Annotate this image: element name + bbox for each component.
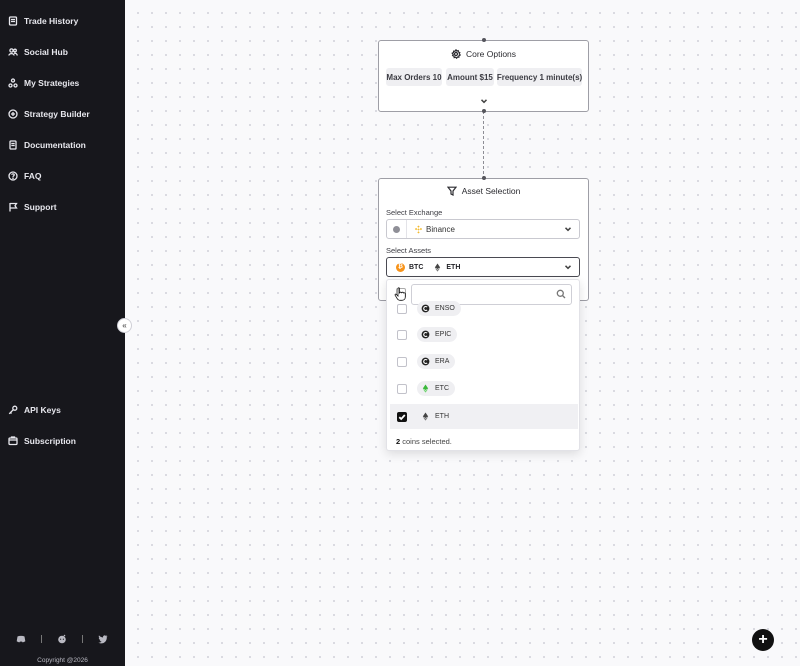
checkbox[interactable] (397, 383, 407, 394)
exchange-value: Binance (426, 224, 455, 234)
gear-icon (451, 49, 461, 59)
sidebar-item-strategy-builder[interactable]: Strategy Builder (8, 105, 90, 123)
checkbox[interactable] (397, 329, 407, 340)
divider (82, 635, 83, 643)
card-icon (8, 436, 18, 446)
add-node-button[interactable]: + (752, 629, 774, 651)
etc-icon (422, 384, 429, 393)
node-connector (483, 111, 484, 179)
selected-asset-btc: ₿ BTC (396, 262, 424, 272)
coin-symbol: EPIC (435, 331, 452, 338)
sidebar-item-api-keys[interactable]: API Keys (8, 401, 61, 419)
exchange-status-icon (387, 220, 407, 238)
sidebar-item-faq[interactable]: FAQ (8, 167, 41, 185)
chevron-down-icon (564, 225, 572, 233)
selection-summary: 2 coins selected. (396, 437, 452, 446)
sidebar-item-social-hub[interactable]: Social Hub (8, 43, 68, 61)
asset-selection-title: Asset Selection (461, 186, 521, 196)
node-handle-bottom[interactable] (482, 109, 486, 113)
check-icon (398, 413, 406, 420)
coin-symbol: ETH (435, 413, 449, 420)
chevron-down-icon (480, 99, 488, 104)
node-title: Core Options (379, 49, 588, 59)
list-item-etc[interactable]: ETC (390, 376, 578, 401)
node-title: Asset Selection (379, 186, 588, 196)
filter-icon (446, 186, 457, 196)
assets-label: Select Assets (386, 246, 432, 255)
sidebar-item-label: My Strategies (24, 78, 80, 88)
twitter-icon[interactable] (98, 634, 108, 644)
chevron-down-icon (564, 263, 572, 271)
sidebar-item-my-strategies[interactable]: My Strategies (8, 74, 79, 92)
coin-symbol: ETC (435, 385, 449, 392)
binance-icon (414, 224, 423, 234)
selected-count: 2 (396, 437, 401, 446)
sidebar-item-label: Documentation (24, 140, 86, 150)
exchange-label: Select Exchange (386, 208, 443, 217)
sidebar-item-trade-history[interactable]: Trade History (8, 12, 78, 30)
coin-symbol: ERA (435, 358, 450, 365)
selection-summary-text: coins selected. (402, 437, 452, 446)
collapse-sidebar-button[interactable]: « (117, 318, 132, 333)
coin-symbol: ENSO (435, 305, 455, 312)
checkbox[interactable] (397, 356, 407, 367)
social-links (16, 632, 108, 646)
sidebar-item-subscription[interactable]: Subscription (8, 432, 76, 450)
coin-pill: ETH (417, 409, 455, 424)
eth-icon (435, 262, 441, 272)
divider (41, 635, 42, 643)
node-handle-top[interactable] (482, 176, 486, 180)
discord-icon[interactable] (16, 634, 26, 644)
strategies-icon (8, 78, 18, 88)
checkbox[interactable] (397, 303, 407, 314)
copyright-text: Copyright @2026 (37, 657, 88, 664)
core-options-title: Core Options (465, 49, 517, 59)
btc-icon: ₿ (396, 262, 405, 272)
core-options-node[interactable]: Core Options Max Orders 10 Amount $15 Fr… (378, 38, 589, 113)
amount-chip: Amount $15 (446, 68, 494, 86)
sidebar-item-support[interactable]: Support (8, 198, 57, 216)
checkbox-checked[interactable] (397, 411, 407, 422)
coin-c-icon (421, 330, 430, 339)
frequency-chip: Frequency 1 minute(s) (497, 68, 582, 86)
expand-chevron-button[interactable] (480, 97, 488, 105)
coin-pill: EPIC (417, 327, 458, 342)
assets-multiselect[interactable]: ₿ BTC ETH (386, 257, 580, 277)
sidebar-item-label: FAQ (24, 171, 42, 181)
sidebar-item-label: API Keys (24, 405, 61, 415)
users-icon (8, 48, 18, 56)
sidebar: Trade History Social Hub My Strategies S… (0, 0, 125, 666)
coin-pill: ERA (417, 354, 456, 369)
receipt-icon (8, 16, 18, 26)
coin-c-icon (421, 304, 430, 313)
sidebar-item-label: Support (24, 202, 57, 212)
list-item-era[interactable]: ERA (390, 349, 578, 374)
list-item-enso[interactable]: ENSO (390, 296, 578, 321)
sidebar-item-label: Trade History (24, 16, 79, 26)
coin-pill: ETC (417, 381, 455, 396)
node-handle-top[interactable] (482, 38, 486, 42)
reddit-icon[interactable] (57, 634, 67, 644)
sidebar-item-label: Social Hub (24, 47, 68, 57)
hand-cursor-icon (394, 287, 406, 301)
max-orders-chip: Max Orders 10 (386, 68, 442, 86)
sidebar-item-label: Strategy Builder (24, 109, 90, 119)
sidebar-item-label: Subscription (24, 436, 76, 446)
assets-dropdown: ENSO EPIC ERA ETC ETH 2 coins selected. (386, 279, 580, 451)
question-icon (8, 171, 18, 181)
sidebar-item-documentation[interactable]: Documentation (8, 136, 86, 154)
key-icon (8, 405, 18, 415)
list-item-eth[interactable]: ETH (390, 404, 578, 429)
exchange-select[interactable]: Binance (386, 219, 580, 239)
selected-asset-label: ETH (446, 263, 461, 271)
selected-asset-eth: ETH (433, 262, 461, 272)
coin-c-icon (421, 357, 430, 366)
flag-icon (9, 202, 18, 212)
selected-asset-label: BTC (409, 263, 424, 271)
eth-icon (422, 412, 429, 421)
coin-pill: ENSO (417, 301, 461, 316)
document-icon (9, 140, 17, 150)
list-item-epic[interactable]: EPIC (390, 322, 578, 347)
plus-circle-icon (8, 109, 18, 119)
